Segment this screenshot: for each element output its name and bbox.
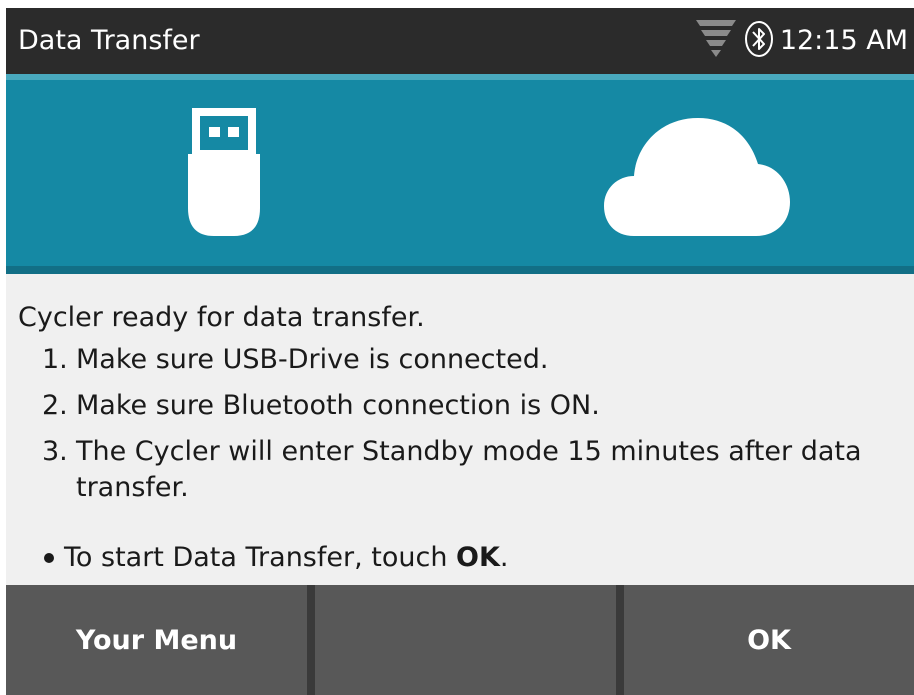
step-text: The Cycler will enter Standby mode 15 mi… <box>76 436 862 503</box>
intro-text: Cycler ready for data transfer. <box>18 302 425 333</box>
bullet-icon <box>44 553 54 563</box>
bluetooth-icon <box>744 19 774 63</box>
start-instruction-prefix: To start Data Transfer, touch <box>64 542 457 573</box>
start-instruction-ok: OK <box>456 542 500 573</box>
start-instruction: To start Data Transfer, touch OK. <box>44 540 508 576</box>
screen-title: Data Transfer <box>18 25 200 56</box>
list-item: 3. The Cycler will enter Standby mode 15… <box>42 434 902 506</box>
banner-divider <box>6 266 914 274</box>
step-text: Make sure Bluetooth connection is ON. <box>76 390 600 421</box>
step-number: 2. <box>42 390 68 421</box>
signal-icon <box>694 16 738 66</box>
blank-softkey[interactable] <box>315 585 616 695</box>
softkey-bar: Your Menu OK <box>6 585 914 695</box>
status-bar: Data Transfer 12:15 AM <box>6 8 914 74</box>
list-item: 1. Make sure USB-Drive is connected. <box>42 342 902 378</box>
data-transfer-screen: Data Transfer 12:15 AM Cycler ready for … <box>6 8 914 695</box>
start-instruction-text: To start Data Transfer, touch OK. <box>64 540 508 576</box>
cloud-icon <box>600 112 792 244</box>
instructions-panel: Cycler ready for data transfer. 1. Make … <box>6 274 914 586</box>
step-number: 1. <box>42 344 68 375</box>
step-text: Make sure USB-Drive is connected. <box>76 344 549 375</box>
ok-button[interactable]: OK <box>624 585 914 695</box>
list-item: 2. Make sure Bluetooth connection is ON. <box>42 388 902 424</box>
your-menu-button[interactable]: Your Menu <box>6 585 307 695</box>
start-instruction-suffix: . <box>499 542 509 573</box>
clock: 12:15 AM <box>779 25 908 56</box>
step-number: 3. <box>42 436 68 467</box>
steps-list: 1. Make sure USB-Drive is connected. 2. … <box>42 342 902 516</box>
usb-drive-icon <box>184 108 264 240</box>
status-icons: 12:15 AM <box>694 18 908 64</box>
